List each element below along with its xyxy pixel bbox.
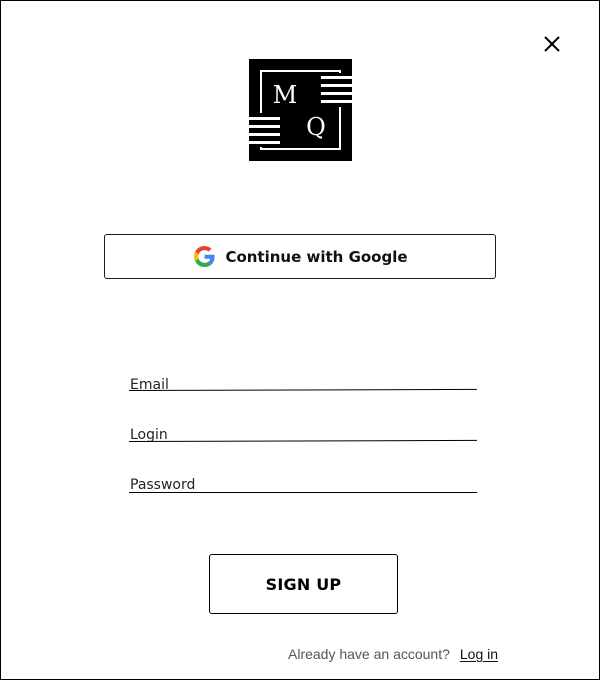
password-field-container (129, 474, 478, 498)
email-input[interactable] (129, 374, 478, 396)
sign-up-label: SIGN UP (265, 574, 342, 594)
logo-letter-m: M (273, 81, 298, 109)
logo-letter-q: Q (306, 113, 326, 141)
continue-with-google-button[interactable]: Continue with Google (104, 234, 496, 279)
close-icon (544, 36, 560, 52)
continue-with-google-label: Continue with Google (225, 247, 408, 266)
brand-logo: M Q (249, 59, 352, 161)
login-prompt: Already have an account? Log in (288, 644, 498, 664)
login-field-container (128, 424, 478, 448)
password-underline (129, 492, 477, 493)
log-in-link[interactable]: Log in (460, 646, 498, 662)
close-button[interactable] (541, 33, 563, 55)
login-input[interactable] (129, 424, 478, 446)
sign-up-button[interactable]: SIGN UP (209, 554, 398, 614)
already-have-account-text: Already have an account? (288, 646, 450, 662)
signup-dialog: M Q Continue with Google SIGN UP Already… (0, 0, 600, 680)
email-field-container (128, 374, 478, 398)
google-icon (194, 246, 215, 267)
